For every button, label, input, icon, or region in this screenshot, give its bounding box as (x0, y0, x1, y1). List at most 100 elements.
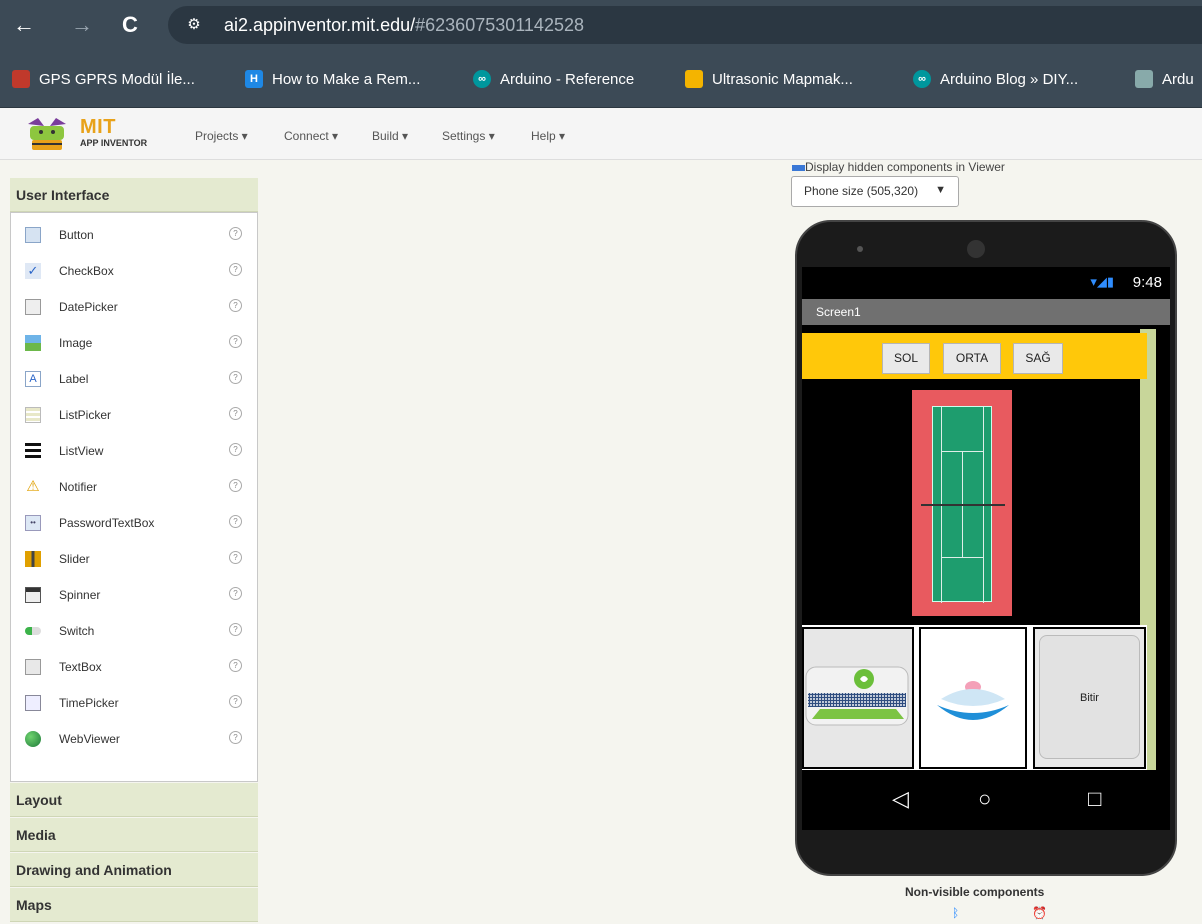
section-maps[interactable]: Maps (10, 888, 258, 922)
screen-title[interactable]: Screen1 (802, 299, 1170, 325)
palette-item-image[interactable]: Image ? (11, 325, 257, 361)
menu-projects[interactable]: Projects ▾ (195, 129, 248, 143)
menu-connect[interactable]: Connect ▾ (284, 129, 338, 143)
menu-settings[interactable]: Settings ▾ (442, 129, 495, 143)
menu-help[interactable]: Help ▾ (531, 129, 565, 143)
hackster-icon: H (245, 70, 263, 88)
help-icon[interactable]: ? (229, 443, 242, 456)
textbox-icon (25, 659, 41, 675)
clock-icon[interactable]: ⏰ (1032, 906, 1047, 920)
palette-item-label[interactable]: A Label ? (11, 361, 257, 397)
palette-item-datepicker[interactable]: DatePicker ? (11, 289, 257, 325)
help-icon[interactable]: ? (229, 263, 242, 276)
help-icon[interactable]: ? (229, 659, 242, 672)
palette-item-listpicker[interactable]: ListPicker ? (11, 397, 257, 433)
section-user-interface[interactable]: User Interface (10, 178, 258, 212)
help-icon[interactable]: ? (229, 335, 242, 348)
home-circle-icon: ○ (978, 786, 992, 811)
help-icon[interactable]: ? (229, 371, 242, 384)
switch-icon (25, 627, 41, 635)
palette-item-label: Button (59, 228, 94, 242)
palette-item-label: CheckBox (59, 264, 114, 278)
address-bar[interactable]: ⚙ ai2.appinventor.mit.edu/#6236075301142… (168, 6, 1202, 44)
palette-item-notifier[interactable]: ⚠ Notifier ? (11, 469, 257, 505)
help-icon[interactable]: ? (229, 623, 242, 636)
bookmark-item[interactable]: Ardu (1135, 68, 1194, 90)
sag-button[interactable]: SAĞ (1013, 343, 1063, 374)
section-drawing-animation[interactable]: Drawing and Animation (10, 853, 258, 887)
forward-arrow-icon[interactable]: → (66, 9, 98, 41)
display-hidden-checkbox[interactable]: Display hidden components in Viewer (792, 160, 1005, 174)
status-time: 9:48 (1132, 274, 1162, 291)
bookmark-item[interactable]: ∞ Arduino - Reference (473, 68, 634, 90)
palette-item-label: ListPicker (59, 408, 112, 422)
bluetooth-icon[interactable]: ᛒ (952, 906, 966, 920)
bookmark-label: How to Make a Rem... (272, 70, 421, 88)
password-icon: •• (25, 515, 41, 531)
bitir-button[interactable]: Bitir (1039, 635, 1140, 759)
bookmark-item[interactable]: H How to Make a Rem... (245, 68, 420, 90)
component-list: Button ? ✓ CheckBox ? DatePicker ? Image… (10, 212, 258, 782)
checkbox-icon: ✓ (25, 263, 41, 279)
help-icon[interactable]: ? (229, 587, 242, 600)
bookmark-label: Ultrasonic Mapmak... (712, 70, 853, 88)
screen-canvas[interactable]: SOL ORTA SAĞ Bitir (802, 325, 1170, 779)
help-icon[interactable]: ? (229, 407, 242, 420)
horizontal-arrangement[interactable]: SOL ORTA SAĞ (802, 333, 1147, 379)
spinner-icon (25, 587, 41, 603)
url-host: ai2.appinventor.mit.edu/ (224, 15, 416, 35)
palette-item-label: WebViewer (59, 732, 120, 746)
logo-image[interactable] (919, 627, 1027, 769)
checkbox-checked-icon (792, 164, 805, 171)
palette-item-button[interactable]: Button ? (11, 217, 257, 253)
tennis-net-image[interactable] (802, 627, 914, 769)
bookmarks-bar: GPS GPRS Modül İle... H How to Make a Rem… (0, 50, 1202, 108)
orta-button[interactable]: ORTA (943, 343, 1001, 374)
help-icon[interactable]: ? (229, 227, 242, 240)
logo-title: MIT (80, 116, 116, 138)
help-icon[interactable]: ? (229, 299, 242, 312)
palette-item-label: Label (59, 372, 89, 386)
palette-panel: User Interface Button ? ✓ CheckBox ? Dat… (10, 178, 258, 924)
help-icon[interactable]: ? (229, 479, 242, 492)
bookmark-item[interactable]: GPS GPRS Modül İle... (12, 68, 195, 90)
recents-square-icon: □ (1088, 786, 1102, 811)
arduino-icon: ∞ (913, 70, 931, 88)
palette-item-listview[interactable]: ListView ? (11, 433, 257, 469)
arduino-icon: ∞ (473, 70, 491, 88)
non-visible-components-title: Non-visible components (905, 885, 1045, 899)
palette-item-label: Spinner (59, 588, 101, 602)
listpicker-icon (25, 407, 41, 423)
menu-build[interactable]: Build ▾ (372, 129, 408, 143)
bookmark-item[interactable]: ∞ Arduino Blog » DIY... (913, 68, 1078, 90)
android-nav-bar: ◁ ○ □ (802, 770, 1170, 830)
bookmark-item[interactable]: Ultrasonic Mapmak... (685, 68, 853, 90)
phone-size-select[interactable]: Phone size (505,320) ▼ (791, 176, 959, 207)
palette-item-spinner[interactable]: Spinner ? (11, 577, 257, 613)
app-inventor-logo-icon[interactable] (24, 116, 70, 152)
help-icon[interactable]: ? (229, 731, 242, 744)
palette-item-label: ListView (59, 444, 104, 458)
datepicker-icon (25, 299, 41, 315)
phone-preview: ▾◢▮ 9:48 Screen1 SOL ORTA SAĞ Bitir ◁ ○ … (795, 220, 1177, 876)
help-icon[interactable]: ? (229, 515, 242, 528)
palette-item-checkbox[interactable]: ✓ CheckBox ? (11, 253, 257, 289)
palette-item-timepicker[interactable]: TimePicker ? (11, 685, 257, 721)
tennis-court-image[interactable] (912, 390, 1012, 616)
help-icon[interactable]: ? (229, 551, 242, 564)
url-fragment: #6236075301142528 (415, 15, 584, 35)
palette-item-switch[interactable]: Switch ? (11, 613, 257, 649)
palette-item-textbox[interactable]: TextBox ? (11, 649, 257, 685)
back-arrow-icon[interactable]: ← (8, 9, 40, 41)
bitir-cell: Bitir (1033, 627, 1146, 769)
signal-battery-icon: ▾◢▮ (1090, 274, 1114, 289)
palette-item-passwordtextbox[interactable]: •• PasswordTextBox ? (11, 505, 257, 541)
help-icon[interactable]: ? (229, 695, 242, 708)
section-layout[interactable]: Layout (10, 783, 258, 817)
palette-item-slider[interactable]: Slider ? (11, 541, 257, 577)
site-settings-icon[interactable]: ⚙ (184, 15, 204, 35)
sol-button[interactable]: SOL (882, 343, 930, 374)
reload-icon[interactable]: C (114, 9, 146, 41)
palette-item-webviewer[interactable]: WebViewer ? (11, 721, 257, 757)
section-media[interactable]: Media (10, 818, 258, 852)
